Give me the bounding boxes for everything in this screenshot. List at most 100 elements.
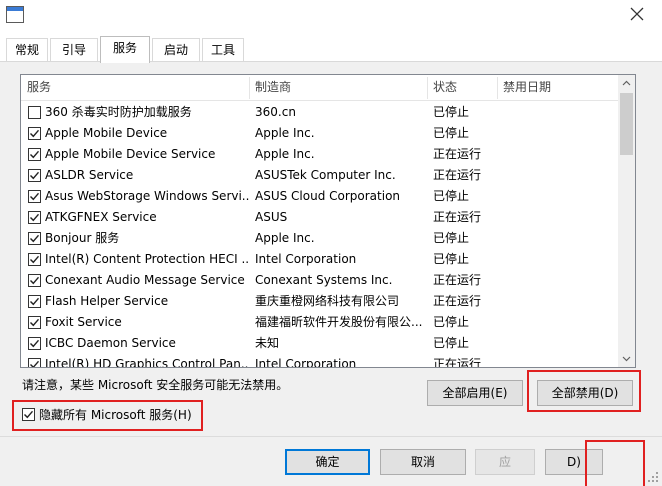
tab-startup[interactable]: 启动 [152,38,200,62]
service-name: Asus WebStorage Windows Servi... [45,189,249,203]
service-manufacturer: Conexant Systems Inc. [255,273,393,287]
service-status: 已停止 [433,336,470,350]
list-item[interactable]: Apple Mobile Device Service Apple Inc. 正在运… [21,144,619,165]
service-manufacturer: Intel Corporation [255,357,357,368]
enable-all-button[interactable]: 全部启用(E) [427,380,523,406]
checkmark-icon [30,318,40,327]
tab-strip: 常规 引导 服务 启动 工具 [0,36,662,63]
list-item[interactable]: Flash Helper Service 重庆重橙网络科技有限公司 正在运行 [21,291,619,312]
service-manufacturer: Apple Inc. [255,231,315,245]
service-name: ASLDR Service [45,168,134,182]
list-item[interactable]: Bonjour 服务 Apple Inc. 已停止 [21,228,619,249]
service-checkbox[interactable] [28,127,41,140]
highlight-box-help [585,440,645,486]
checkmark-icon [30,339,40,348]
service-status: 已停止 [433,105,470,119]
list-item[interactable]: ASLDR Service ASUSTek Computer Inc. 正在运行 [21,165,619,186]
list-item[interactable]: Apple Mobile Device Apple Inc. 已停止 [21,123,619,144]
service-manufacturer: 重庆重橙网络科技有限公司 [255,294,400,308]
highlight-box-disable-all [527,370,641,412]
service-status: 正在运行 [433,210,482,224]
service-status: 正在运行 [433,357,482,368]
list-header: 服务 制造商 状态 禁用日期 [21,75,619,101]
service-checkbox[interactable] [28,232,41,245]
service-status: 正在运行 [433,273,482,287]
checkmark-icon [30,297,40,306]
service-status: 已停止 [433,252,470,266]
list-item[interactable]: Conexant Audio Message Service Conexant S… [21,270,619,291]
service-manufacturer: ASUS [255,210,288,224]
tab-general[interactable]: 常规 [6,38,48,62]
app-icon [6,6,24,23]
service-name: ATKGFNEX Service [45,210,157,224]
checkmark-icon [30,171,40,180]
service-manufacturer: ASUS Cloud Corporation [255,189,401,203]
service-manufacturer: ASUSTek Computer Inc. [255,168,396,182]
scroll-down-icon[interactable] [618,350,635,367]
service-checkbox[interactable] [28,337,41,350]
checkmark-icon [30,150,40,159]
button-area-separator [0,436,662,437]
services-list[interactable]: 服务 制造商 状态 禁用日期 360 杀毒实时防护加载服务 360.cn 已停止 Ap… [20,74,636,368]
service-name: Apple Mobile Device [45,126,168,140]
checkmark-icon [30,129,40,138]
checkmark-icon [30,213,40,222]
service-name: Intel(R) Content Protection HECI ... [45,252,249,266]
vertical-scrollbar[interactable] [618,75,635,367]
service-manufacturer: 未知 [255,336,280,350]
ok-button[interactable]: 确定 [285,449,370,475]
column-header-service[interactable]: 服务 [21,75,249,101]
service-checkbox[interactable] [28,211,41,224]
service-name: 360 杀毒实时防护加载服务 [45,105,192,119]
list-item[interactable]: ICBC Daemon Service 未知 已停止 [21,333,619,354]
service-status: 正在运行 [433,168,482,182]
service-status: 已停止 [433,189,470,203]
service-checkbox[interactable] [28,106,41,119]
service-name: Bonjour 服务 [45,231,120,245]
list-item[interactable]: Intel(R) HD Graphics Control Pan... Intel… [21,354,619,368]
apply-button[interactable]: 应 [475,449,535,475]
service-manufacturer: 360.cn [255,105,296,119]
close-icon[interactable] [628,5,646,23]
service-name: Flash Helper Service [45,294,169,308]
list-item[interactable]: 360 杀毒实时防护加载服务 360.cn 已停止 [21,102,619,123]
scroll-thumb[interactable] [620,93,633,155]
column-header-status[interactable]: 状态 [427,75,497,101]
resize-grip-icon[interactable] [646,470,660,484]
list-item[interactable]: ATKGFNEX Service ASUS 正在运行 [21,207,619,228]
service-status: 已停止 [433,315,470,329]
service-name: Apple Mobile Device Service [45,147,216,161]
service-checkbox[interactable] [28,274,41,287]
highlight-box-hide-ms [12,400,203,431]
service-checkbox[interactable] [28,148,41,161]
service-checkbox[interactable] [28,169,41,182]
service-manufacturer: Apple Inc. [255,147,315,161]
service-checkbox[interactable] [28,253,41,266]
cancel-button[interactable]: 取消 [380,449,466,475]
tab-services[interactable]: 服务 [100,36,150,63]
column-header-manufacturer[interactable]: 制造商 [249,75,427,101]
scroll-up-icon[interactable] [618,75,635,92]
title-bar [0,0,662,32]
checkmark-icon [30,234,40,243]
service-name: Conexant Audio Message Service [45,273,245,287]
checkmark-icon [30,255,40,264]
list-item[interactable]: Foxit Service 福建福昕软件开发股份有限公... 已停止 [21,312,619,333]
service-checkbox[interactable] [28,295,41,308]
service-status: 已停止 [433,126,470,140]
service-checkbox[interactable] [28,358,41,367]
service-name: Intel(R) HD Graphics Control Pan... [45,357,249,368]
service-name: Foxit Service [45,315,122,329]
column-header-disabled-date[interactable]: 禁用日期 [497,75,619,101]
checkmark-icon [30,276,40,285]
list-item[interactable]: Intel(R) Content Protection HECI ... Inte… [21,249,619,270]
service-manufacturer: Apple Inc. [255,126,315,140]
service-checkbox[interactable] [28,190,41,203]
security-note: 请注意，某些 Microsoft 安全服务可能无法禁用。 [22,378,289,392]
service-checkbox[interactable] [28,316,41,329]
service-name: ICBC Daemon Service [45,336,176,350]
checkmark-icon [30,360,40,367]
list-item[interactable]: Asus WebStorage Windows Servi... ASUS Clo… [21,186,619,207]
tab-tools[interactable]: 工具 [202,38,244,62]
tab-boot[interactable]: 引导 [50,38,98,62]
